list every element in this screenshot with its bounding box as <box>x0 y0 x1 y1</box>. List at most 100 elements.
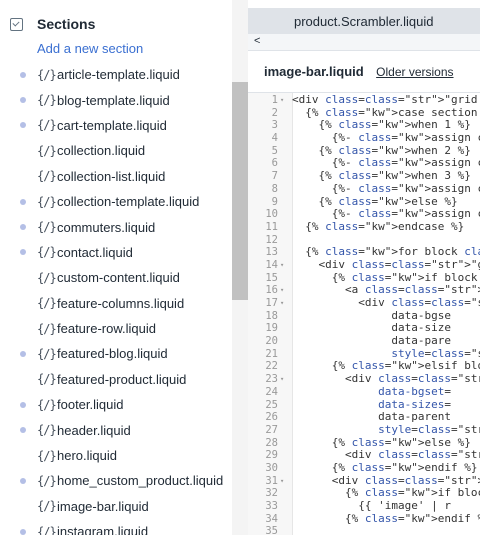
modified-dot-icon <box>20 97 26 104</box>
line-number: 25 <box>265 398 278 411</box>
section-file-name[interactable]: footer.liquid <box>57 397 124 412</box>
code-text: <div class=class="str">"im <box>292 296 480 309</box>
sidebar-scrollbar[interactable] <box>232 0 248 535</box>
file-header: image-bar.liquid Older versions <box>264 63 454 81</box>
liquid-file-icon: {/} <box>37 448 57 463</box>
code-text: {%- class="kw">assign column_ <box>292 181 480 195</box>
fold-toggle-icon[interactable]: ▾ <box>280 259 284 272</box>
liquid-file-icon: {/} <box>37 524 57 535</box>
section-file-name[interactable]: collection.liquid <box>57 143 145 158</box>
line-number: 6 <box>271 157 278 170</box>
section-file-name[interactable]: hero.liquid <box>57 448 117 463</box>
line-number: 12 <box>265 233 278 246</box>
section-file-name[interactable]: image-bar.liquid <box>57 499 149 514</box>
older-versions-link[interactable]: Older versions <box>376 65 453 79</box>
liquid-file-icon: {/} <box>37 321 57 336</box>
section-file-name[interactable]: home_custom_product.liquid <box>57 473 223 488</box>
scroll-tabs-left-icon[interactable]: < <box>254 35 260 47</box>
section-file-name[interactable]: contact.liquid <box>57 245 133 260</box>
sections-header[interactable]: Sections <box>10 14 95 34</box>
section-file-name[interactable]: header.liquid <box>57 423 131 438</box>
liquid-file-icon: {/} <box>37 169 57 184</box>
liquid-file-icon: {/} <box>37 143 57 158</box>
tab-product-scrambler[interactable]: product.Scrambler.liquid <box>294 14 433 29</box>
line-number: 31 <box>265 474 278 487</box>
section-file-name[interactable]: cart-template.liquid <box>57 118 167 133</box>
liquid-file-icon: {/} <box>37 473 57 488</box>
line-number: 28 <box>265 436 278 449</box>
liquid-file-icon: {/} <box>37 397 57 412</box>
fold-toggle-icon[interactable]: ▾ <box>280 475 284 488</box>
liquid-file-icon: {/} <box>37 67 57 82</box>
line-number: 16 <box>265 284 278 297</box>
line-number: 21 <box>265 347 278 360</box>
line-number: 30 <box>265 461 278 474</box>
code-text: {% class="kw">endif %} <box>292 511 480 525</box>
section-file-name[interactable]: instagram.liquid <box>57 524 148 535</box>
line-number: 1 <box>271 94 278 106</box>
code-editor-pane: product.Scrambler.liquid < image-bar.liq… <box>248 0 480 535</box>
modified-dot-icon <box>20 350 26 357</box>
fold-toggle-icon[interactable]: ▾ <box>280 297 284 310</box>
code-text: <div class=class="str">"grid grid--n <box>292 93 478 106</box>
fold-toggle-icon[interactable]: ▾ <box>280 284 284 297</box>
line-number: 17 <box>265 297 278 309</box>
line-number: 15 <box>265 271 278 284</box>
section-file-name[interactable]: featured-blog.liquid <box>57 346 168 361</box>
section-file-name[interactable]: article-template.liquid <box>57 67 180 82</box>
code-text: {%- class="kw">assign column_ <box>292 131 480 145</box>
liquid-file-icon: {/} <box>37 118 57 133</box>
section-file-name[interactable]: feature-columns.liquid <box>57 296 184 311</box>
code-text: {% class="kw">endcase %} <box>292 219 465 233</box>
scrollbar-thumb[interactable] <box>232 82 248 300</box>
modified-dot-icon <box>20 401 26 408</box>
line-number: 7 <box>271 170 278 183</box>
section-file-name[interactable]: feature-row.liquid <box>57 321 156 336</box>
line-number: 26 <box>265 411 278 424</box>
liquid-file-icon: {/} <box>37 372 57 387</box>
modified-dot-icon <box>20 528 26 535</box>
code-text: data-pare <box>292 334 451 348</box>
line-number: 34 <box>265 512 278 525</box>
liquid-file-icon: {/} <box>37 220 57 235</box>
sections-title: Sections <box>37 16 96 32</box>
liquid-file-icon: {/} <box>37 296 57 311</box>
line-number: 20 <box>265 335 278 348</box>
line-number: 19 <box>265 322 278 335</box>
section-file-name[interactable]: collection-list.liquid <box>57 169 165 184</box>
section-file-name[interactable]: commuters.liquid <box>57 220 155 235</box>
line-number: 4 <box>271 132 278 145</box>
modified-dot-icon <box>20 427 26 434</box>
fold-toggle-icon[interactable]: ▾ <box>280 94 284 107</box>
code-area[interactable]: 1▾<div class=class="str">"grid grid--n2 … <box>248 92 480 535</box>
liquid-file-icon: {/} <box>37 93 57 108</box>
liquid-file-icon: {/} <box>37 270 57 285</box>
line-number: 5 <box>271 144 278 157</box>
section-file-name[interactable]: custom-content.liquid <box>57 270 180 285</box>
liquid-file-icon: {/} <box>37 499 57 514</box>
fold-toggle-icon[interactable]: ▾ <box>280 373 284 386</box>
modified-dot-icon <box>20 122 26 129</box>
line-number: 24 <box>265 385 278 398</box>
line-number: 13 <box>265 246 278 259</box>
line-number: 8 <box>271 182 278 195</box>
modified-dot-icon <box>20 224 26 231</box>
liquid-file-icon: {/} <box>37 423 57 438</box>
section-file-name[interactable]: featured-product.liquid <box>57 372 186 387</box>
line-number: 14 <box>265 258 278 271</box>
line-number: 23 <box>265 373 278 386</box>
line-number: 11 <box>265 220 278 233</box>
section-file-name[interactable]: blog-template.liquid <box>57 93 170 108</box>
line-number: 10 <box>265 208 278 221</box>
tab-nav-bar: < <box>248 34 480 51</box>
add-new-section-link[interactable]: Add a new section <box>37 41 143 56</box>
line-number: 3 <box>271 119 278 132</box>
line-number: 35 <box>265 525 278 535</box>
modified-dot-icon <box>20 198 26 205</box>
collapse-section-icon[interactable] <box>10 17 23 31</box>
line-number: 32 <box>265 487 278 500</box>
liquid-file-icon: {/} <box>37 245 57 260</box>
line-number: 18 <box>265 309 278 322</box>
section-file-name[interactable]: collection-template.liquid <box>57 194 199 209</box>
modified-dot-icon <box>20 249 26 256</box>
